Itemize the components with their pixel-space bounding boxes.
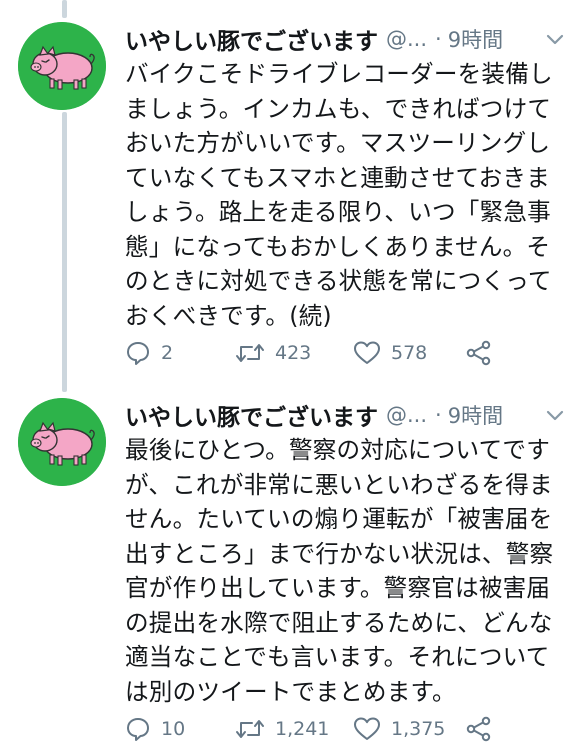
- tweet-header: いやしい豚でございます @... · 9時間: [125, 22, 566, 56]
- like-button[interactable]: 578: [353, 340, 465, 366]
- avatar[interactable]: [18, 398, 106, 486]
- tweet-text: 最後にひとつ。警察の対応についてですが、これが非常に悪いといわざるを得ません。た…: [125, 436, 554, 706]
- retweet-count: 423: [275, 342, 312, 364]
- display-name[interactable]: いやしい豚でございます: [125, 22, 378, 56]
- reply-count: 2: [161, 342, 174, 364]
- retweet-count: 1,241: [275, 718, 330, 740]
- tweet-text: バイクこそドライブレコーダーを装備しましょう。インカムも、できればつけておいた方…: [125, 60, 553, 330]
- separator: ·: [435, 27, 442, 51]
- retweet-button[interactable]: 423: [235, 340, 353, 366]
- pig-icon: [18, 398, 106, 486]
- tweet-actions: 2 423 578: [125, 336, 560, 370]
- retweet-icon: [236, 344, 264, 362]
- like-count: 578: [391, 342, 428, 364]
- thread-line-middle: [62, 112, 67, 392]
- heart-icon: [354, 341, 380, 364]
- share-icon: [466, 716, 491, 742]
- pig-icon: [18, 22, 106, 110]
- reply-icon: [127, 718, 149, 741]
- timestamp[interactable]: 9時間: [448, 24, 503, 54]
- handle[interactable]: @...: [386, 27, 427, 51]
- avatar[interactable]: [18, 22, 106, 110]
- reply-count: 10: [161, 718, 186, 740]
- chevron-down-icon[interactable]: [544, 404, 566, 426]
- like-count: 1,375: [391, 718, 446, 740]
- like-button[interactable]: 1,375: [353, 716, 465, 742]
- reply-button[interactable]: 10: [125, 716, 235, 742]
- share-button[interactable]: [465, 715, 503, 743]
- retweet-icon: [236, 720, 264, 738]
- retweet-button[interactable]: 1,241: [235, 716, 353, 742]
- tweet-header: いやしい豚でございます @... · 9時間: [125, 398, 566, 432]
- share-button[interactable]: [465, 339, 503, 367]
- reply-icon: [127, 342, 149, 365]
- display-name[interactable]: いやしい豚でございます: [125, 398, 378, 432]
- share-icon: [466, 340, 491, 366]
- timestamp[interactable]: 9時間: [448, 400, 503, 430]
- separator: ·: [435, 403, 442, 427]
- handle[interactable]: @...: [386, 403, 427, 427]
- reply-button[interactable]: 2: [125, 340, 235, 366]
- tweet-actions: 10 1,241 1,375: [125, 712, 560, 746]
- chevron-down-icon[interactable]: [544, 28, 566, 50]
- heart-icon: [354, 717, 380, 740]
- thread-line-top: [62, 0, 67, 18]
